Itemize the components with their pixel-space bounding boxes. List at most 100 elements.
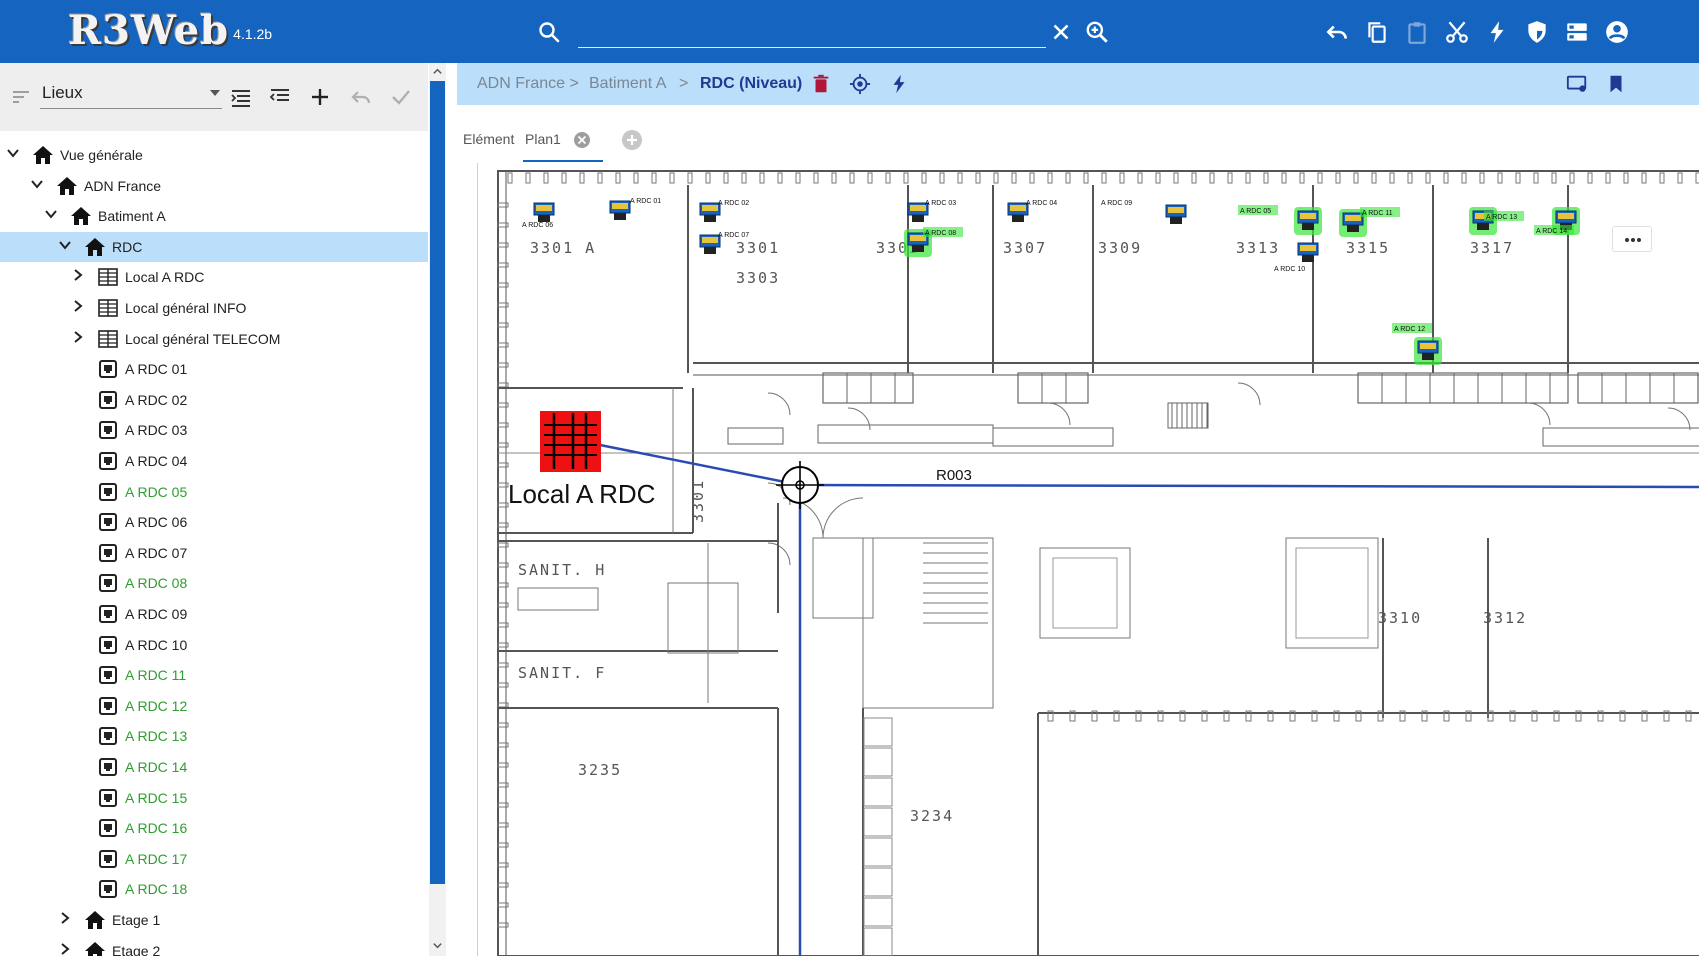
tree-item[interactable]: ADN France (0, 171, 428, 201)
tree-item[interactable]: A RDC 07 (0, 538, 428, 568)
plan-furniture (863, 717, 893, 747)
tree-item[interactable]: Batiment A (0, 201, 428, 231)
undo-icon[interactable] (1324, 19, 1350, 45)
flash-icon[interactable] (888, 73, 910, 95)
outlet-label: A RDC 12 (1394, 326, 1425, 333)
tree-item[interactable]: A RDC 06 (0, 507, 428, 537)
breadcrumb-item-batiment-a[interactable]: Batiment A (589, 75, 666, 93)
more-options-button[interactable] (1612, 226, 1652, 252)
tree-item[interactable]: A RDC 08 (0, 568, 428, 598)
tree-item[interactable]: A RDC 05 (0, 477, 428, 507)
room-label: SANIT. H (518, 561, 606, 579)
tree-item[interactable]: A RDC 03 (0, 415, 428, 445)
tree-item[interactable]: Local général TELECOM (0, 324, 428, 354)
scroll-up-icon[interactable] (432, 66, 443, 77)
scroll-down-icon[interactable] (432, 940, 443, 951)
scroll-thumb[interactable] (430, 81, 445, 884)
left-panel: Lieux Vue générale ADN France Batiment A… (0, 63, 446, 956)
tree-item[interactable]: A RDC 02 (0, 385, 428, 415)
chevron-right-icon[interactable] (58, 942, 72, 956)
locate-icon[interactable] (849, 73, 871, 95)
add-icon[interactable] (308, 85, 332, 109)
clear-icon[interactable] (1048, 19, 1074, 45)
tree-item-label: A RDC 01 (125, 361, 188, 378)
plan-window (561, 172, 567, 184)
tree-item[interactable]: Vue générale (0, 140, 428, 170)
copy-icon[interactable] (1364, 19, 1390, 45)
chevron-down-icon[interactable] (30, 177, 44, 191)
tab-element[interactable]: Elément (463, 131, 514, 147)
plan-furniture (863, 897, 893, 927)
outlet-label: A RDC 14 (1536, 228, 1567, 235)
expand-all-icon[interactable] (229, 85, 253, 109)
tree-item[interactable]: Local général INFO (0, 293, 428, 323)
outlet-icon (1010, 205, 1026, 211)
tree-item[interactable]: A RDC 04 (0, 446, 428, 476)
search-icon[interactable] (537, 20, 561, 44)
breadcrumb-separator: > (679, 75, 689, 92)
tree-item[interactable]: A RDC 18 (0, 874, 428, 904)
tree-item[interactable]: A RDC 13 (0, 721, 428, 751)
tab-plan1[interactable]: Plan1 (525, 131, 561, 147)
chevron-down-icon[interactable] (58, 238, 72, 252)
tree-item[interactable]: A RDC 15 (0, 783, 428, 813)
plan-furniture (1295, 547, 1369, 639)
search-input[interactable] (578, 18, 1046, 48)
tree-scrollbar[interactable] (429, 63, 446, 956)
tree-item[interactable]: Local A RDC (0, 262, 428, 292)
tree-item[interactable]: A RDC 09 (0, 599, 428, 629)
zoom-in-icon[interactable] (1084, 19, 1110, 45)
cable-route (799, 483, 1699, 489)
plan-window (1461, 172, 1467, 184)
plan-furniture (1577, 372, 1699, 404)
bookmark-icon[interactable] (1605, 73, 1627, 95)
list-icon[interactable] (1564, 19, 1590, 45)
outlet-icon (704, 247, 716, 254)
tree-item[interactable]: A RDC 16 (0, 813, 428, 843)
lieux-select[interactable]: Lieux (40, 79, 222, 109)
tree-item[interactable]: Etage 2 (0, 936, 428, 956)
tree-item[interactable]: RDC (0, 231, 428, 262)
delete-icon[interactable] (810, 73, 832, 95)
check-icon[interactable] (389, 85, 413, 109)
plan-canvas[interactable]: 3301 A 3301 3303 3305 3307 3309 3313 3315 3317 33… (477, 163, 1699, 956)
floor-plan[interactable]: 3301 A 330133033305 3307 3309 3313 3315 331733… (478, 163, 1699, 956)
tree-item-label: ADN France (84, 177, 162, 194)
chevron-down-icon (210, 90, 220, 96)
undo-icon[interactable] (349, 85, 373, 109)
room-label: 3310 (1378, 609, 1422, 627)
collapse-all-icon[interactable] (268, 85, 292, 109)
add-tab-icon[interactable] (621, 129, 643, 151)
tree-item[interactable]: A RDC 12 (0, 691, 428, 721)
chevron-down-icon[interactable] (44, 207, 58, 221)
tree-item[interactable]: A RDC 10 (0, 630, 428, 660)
tree-item-label: A RDC 13 (125, 728, 188, 745)
chevron-right-icon[interactable] (71, 268, 85, 282)
flash-icon[interactable] (1484, 19, 1510, 45)
screen-settings-icon[interactable] (1566, 73, 1588, 95)
outlet-icon (612, 203, 628, 209)
plan-window (885, 172, 891, 184)
tree-item[interactable]: Etage 1 (0, 905, 428, 935)
tree-item[interactable]: A RDC 14 (0, 752, 428, 782)
sort-icon[interactable] (10, 85, 34, 109)
tree-item[interactable]: A RDC 17 (0, 844, 428, 874)
tree-item[interactable]: A RDC 01 (0, 354, 428, 384)
outlet-icon (99, 849, 117, 868)
chevron-right-icon[interactable] (71, 299, 85, 313)
chevron-right-icon[interactable] (58, 911, 72, 925)
shield-icon[interactable] (1524, 19, 1550, 45)
top-bar: R3Web 4.1.2b (0, 0, 1699, 63)
paste-icon[interactable] (1404, 19, 1430, 45)
account-icon[interactable] (1604, 19, 1630, 45)
tree-item[interactable]: A RDC 11 (0, 660, 428, 690)
breadcrumb-item-adn-france[interactable]: ADN France > (477, 75, 579, 93)
outlet-icon (99, 727, 117, 746)
chevron-right-icon[interactable] (71, 330, 85, 344)
outlet-label: A RDC 07 (718, 232, 749, 239)
chevron-down-icon[interactable] (6, 146, 20, 160)
cut-icon[interactable] (1444, 19, 1470, 45)
tree-item-label: Local A RDC (125, 269, 205, 286)
close-tab-icon[interactable] (573, 131, 591, 149)
plan-window (1659, 172, 1665, 184)
